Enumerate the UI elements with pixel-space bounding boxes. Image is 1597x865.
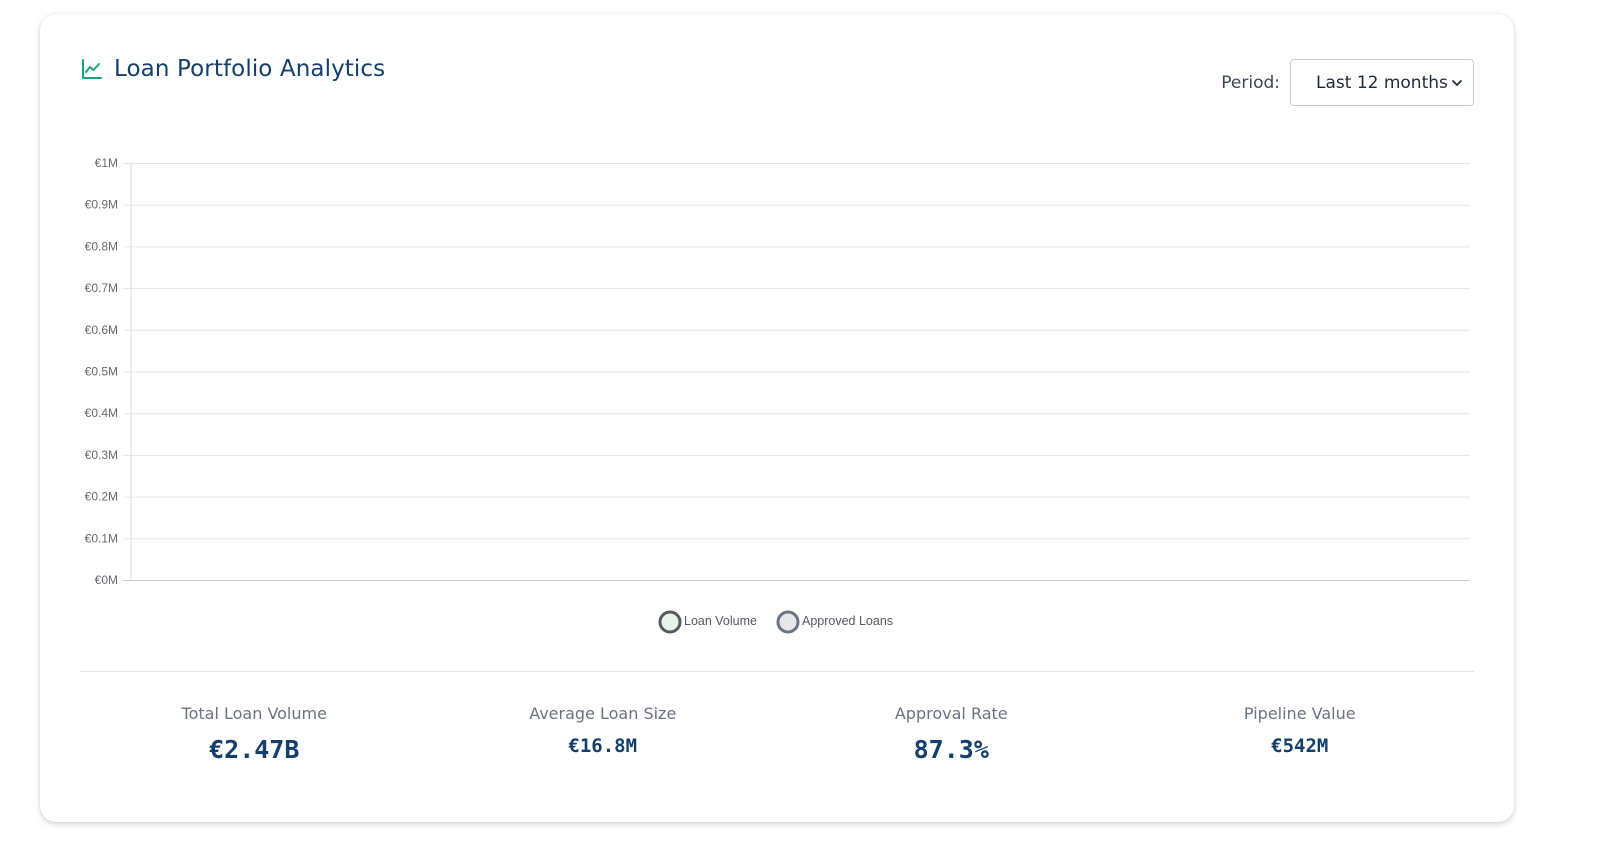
y-tick-label: €1M xyxy=(95,156,118,170)
metric-label: Pipeline Value xyxy=(1243,704,1356,723)
metric-total-loan-volume: Total Loan Volume €2.47B xyxy=(80,704,429,794)
section-divider xyxy=(80,671,1474,672)
y-tick-label: €0.9M xyxy=(85,198,118,212)
metric-average-loan-size: Average Loan Size €16.8M xyxy=(429,704,778,794)
metric-pipeline-value: Pipeline Value €542M xyxy=(1126,704,1475,794)
legend-label-approved-loans: Approved Loans xyxy=(802,614,893,628)
legend-label-loan-volume: Loan Volume xyxy=(684,614,757,628)
loan-analytics-card: Loan Portfolio Analytics Period: Last 12… xyxy=(40,14,1514,822)
y-tick-label: €0.8M xyxy=(85,239,118,253)
y-tick-label: €0.3M xyxy=(85,448,118,462)
metric-value: €16.8M xyxy=(568,735,638,757)
metric-approval-rate: Approval Rate 87.3% xyxy=(777,704,1126,794)
metrics-row: Total Loan Volume €2.47B Average Loan Si… xyxy=(80,704,1474,794)
metric-value: €2.47B xyxy=(209,735,300,764)
y-tick-label: €0.5M xyxy=(85,365,118,379)
loan-volume-chart: €0M €0.1M €0.2M €0.3M €0.4M €0.5M €0.6M €0.7M €0… xyxy=(85,156,1470,634)
legend-marker-loan-volume xyxy=(658,610,682,634)
metric-label: Approval Rate xyxy=(894,704,1008,723)
metric-value: 87.3% xyxy=(913,735,989,764)
y-tick-label: €0.7M xyxy=(85,281,118,295)
y-tick-label: €0M xyxy=(95,573,118,587)
metric-label: Average Loan Size xyxy=(529,704,677,723)
metric-label: Total Loan Volume xyxy=(181,704,327,723)
metric-value: €542M xyxy=(1271,735,1329,757)
legend-marker-approved-loans xyxy=(776,610,800,634)
y-tick-label: €0.6M xyxy=(85,323,118,337)
y-tick-label: €0.4M xyxy=(85,406,118,420)
y-tick-label: €0.2M xyxy=(85,490,118,504)
y-tick-label: €0.1M xyxy=(85,531,118,545)
